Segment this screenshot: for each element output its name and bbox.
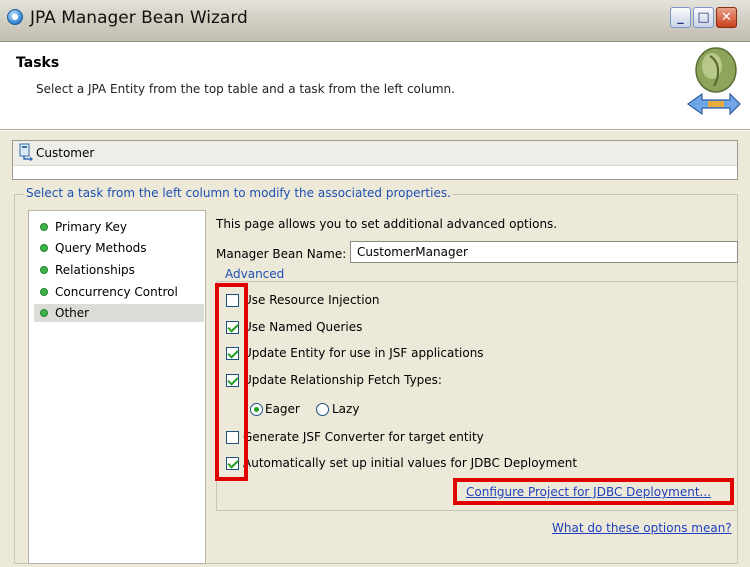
page-description: Select a JPA Entity from the top table a… — [36, 82, 455, 96]
minimize-button[interactable]: _ — [670, 7, 691, 28]
eager-label: Eager — [265, 402, 300, 416]
auto-jdbc-values-label: Automatically set up initial values for … — [243, 456, 578, 470]
entity-icon — [19, 143, 33, 161]
manager-bean-name-label: Manager Bean Name: — [216, 247, 347, 261]
generate-jsf-converter-label: Generate JSF Converter for target entity — [243, 430, 484, 444]
task-item-label: Concurrency Control — [55, 285, 178, 299]
lazy-radio[interactable] — [316, 403, 329, 416]
status-dot-icon — [40, 244, 48, 252]
use-resource-injection-label: Use Resource Injection — [243, 293, 380, 307]
task-item-label: Primary Key — [55, 220, 127, 234]
use-named-queries-label: Use Named Queries — [243, 320, 363, 334]
close-button[interactable]: ✕ — [716, 7, 737, 28]
status-dot-icon — [40, 223, 48, 231]
task-item-label: Relationships — [55, 263, 135, 277]
task-item-concurrency-control[interactable]: Concurrency Control — [34, 283, 204, 301]
window-title: JPA Manager Bean Wizard — [30, 8, 248, 28]
link-highlight-frame — [453, 478, 734, 505]
entity-row[interactable] — [13, 141, 737, 166]
lazy-label: Lazy — [332, 402, 360, 416]
options-description: This page allows you to set additional a… — [216, 217, 558, 231]
task-item-relationships[interactable]: Relationships — [34, 261, 204, 279]
update-entity-jsf-label: Update Entity for use in JSF application… — [243, 346, 484, 360]
page-title: Tasks — [16, 55, 60, 71]
task-item-other[interactable]: Other — [34, 304, 204, 322]
task-group-legend: Select a task from the left column to mo… — [24, 186, 453, 200]
eager-radio[interactable] — [250, 403, 263, 416]
manager-bean-name-input[interactable] — [350, 241, 738, 263]
task-item-label: Other — [55, 306, 90, 320]
task-item-query-methods[interactable]: Query Methods — [34, 239, 204, 257]
task-item-primary-key[interactable]: Primary Key — [34, 218, 204, 236]
checkbox-highlight-frame — [215, 283, 248, 481]
status-dot-icon — [40, 309, 48, 317]
wizard-banner-icon — [686, 47, 741, 116]
maximize-button[interactable]: □ — [693, 7, 714, 28]
update-fetch-types-label: Update Relationship Fetch Types: — [243, 373, 442, 387]
advanced-group-box — [216, 281, 738, 511]
task-item-label: Query Methods — [55, 241, 147, 255]
advanced-group-legend: Advanced — [223, 267, 287, 281]
status-dot-icon — [40, 288, 48, 296]
status-dot-icon — [40, 266, 48, 274]
app-icon — [7, 9, 23, 25]
entity-name: Customer — [36, 146, 95, 160]
help-link[interactable]: What do these options mean? — [552, 521, 732, 535]
